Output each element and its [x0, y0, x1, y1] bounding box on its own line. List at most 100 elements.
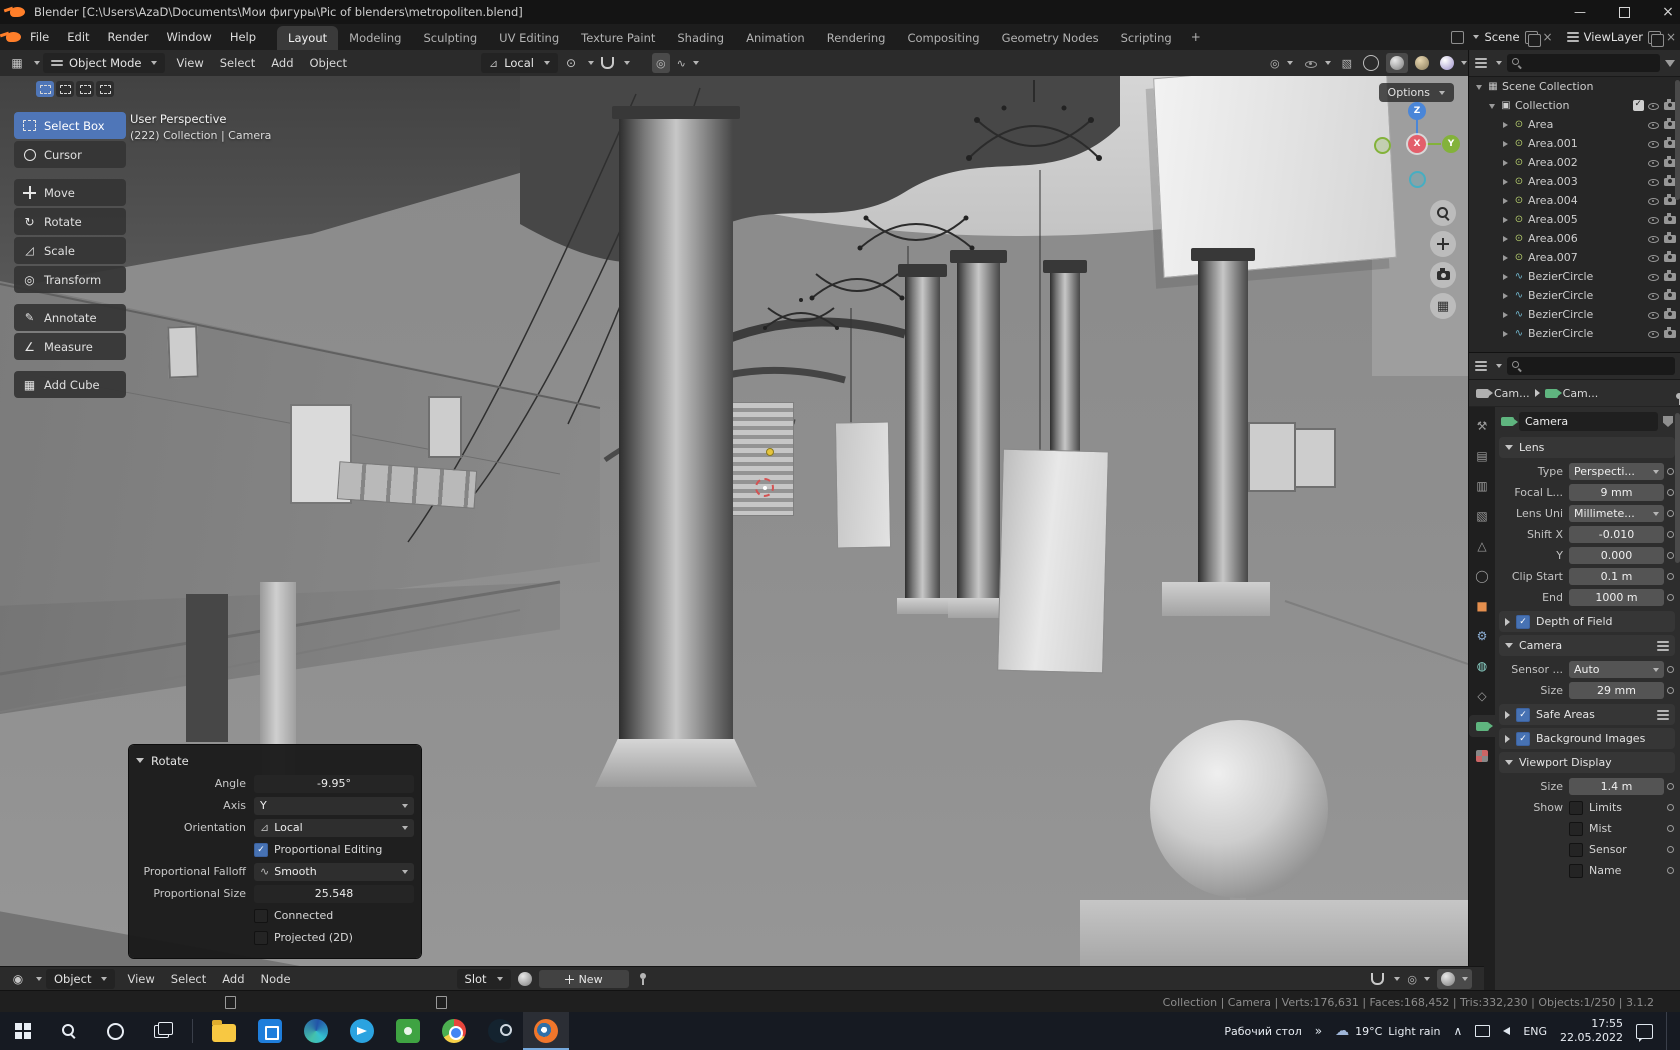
close-button[interactable]: × [1646, 0, 1680, 24]
taskbar-search-button[interactable] [46, 1012, 92, 1050]
sensor-size-field[interactable]: 29 mm [1569, 682, 1664, 699]
snap-magnet-icon[interactable] [1367, 969, 1387, 989]
output-tab-icon[interactable] [1470, 475, 1494, 497]
clip-end-field[interactable]: 1000 m [1569, 589, 1664, 606]
topbar-menu-item[interactable]: Help [221, 27, 265, 47]
hide-in-viewport-eye-icon[interactable] [1647, 232, 1660, 245]
fake-user-shield-icon[interactable] [1663, 416, 1673, 427]
lens-type-select[interactable]: Perspecti... [1569, 463, 1664, 480]
new-material-button[interactable]: New [538, 970, 629, 988]
outliner-row[interactable]: Area.004 [1469, 191, 1680, 210]
tool-button[interactable]: Add Cube [14, 371, 126, 398]
outliner-row[interactable]: BezierCircle [1469, 267, 1680, 286]
sensor-fit-select[interactable]: Auto [1569, 661, 1664, 678]
show-hidden-icons-chevron[interactable]: ∧ [1454, 1024, 1463, 1038]
hide-in-viewport-eye-icon[interactable] [1647, 175, 1660, 188]
tool-button[interactable]: Transform [14, 266, 126, 293]
topbar-menu-item[interactable]: File [21, 27, 58, 47]
select-extend-mode-icon[interactable] [56, 81, 74, 97]
background-images-panel-header[interactable]: Background Images [1499, 728, 1675, 749]
expand-toggle-icon[interactable] [1499, 273, 1512, 280]
options-dropdown[interactable]: Options [1378, 83, 1454, 102]
workspace-tab[interactable]: Scripting [1110, 26, 1183, 50]
animate-dot[interactable] [1664, 846, 1677, 853]
outliner-search-field[interactable] [1507, 54, 1660, 72]
shift-y-field[interactable]: 0.000 [1569, 547, 1664, 564]
panel-menu-icon[interactable] [1657, 640, 1669, 651]
workspace-tab[interactable]: Modeling [338, 26, 412, 50]
outliner-row[interactable]: Scene Collection [1469, 77, 1680, 96]
steam-button[interactable] [477, 1012, 523, 1050]
blender-menu-icon[interactable] [6, 32, 21, 42]
tool-button[interactable]: Annotate [14, 304, 126, 331]
show-gizmo-toggle[interactable]: ◎ [1266, 53, 1297, 73]
clock[interactable]: 17:55 22.05.2022 [1560, 1017, 1623, 1046]
transform-orientation-dropdown[interactable]: ⊿ Local [480, 53, 558, 73]
editor-type-icon[interactable]: ▦ [7, 53, 27, 73]
animate-dot[interactable] [1664, 825, 1677, 832]
expand-toggle-icon[interactable] [1473, 84, 1486, 90]
expand-toggle-icon[interactable] [1499, 121, 1512, 128]
properties-scrollbar[interactable] [1675, 413, 1680, 563]
gizmo-y-axis[interactable]: Y [1442, 135, 1460, 153]
viewport-menu-item[interactable]: View [168, 53, 211, 73]
green-app-button[interactable] [385, 1012, 431, 1050]
proportional-falloff-dropdown[interactable]: ∿ [673, 53, 703, 73]
animate-dot[interactable] [1664, 804, 1677, 811]
expand-toggle-icon[interactable] [1499, 235, 1512, 242]
scene-selector[interactable]: Scene × [1451, 30, 1553, 47]
panel-menu-icon[interactable] [1657, 709, 1669, 720]
properties-editor-icon[interactable] [1475, 361, 1487, 371]
viewport-display-panel-header[interactable]: Viewport Display [1499, 752, 1675, 773]
shader-type-dropdown[interactable]: Object [46, 969, 116, 989]
expand-toggle-icon[interactable] [1499, 216, 1512, 223]
node-editor-menu-item[interactable]: Node [253, 969, 299, 989]
outliner-row[interactable]: Area.002 [1469, 153, 1680, 172]
hide-in-viewport-eye-icon[interactable] [1647, 308, 1660, 321]
outliner-row[interactable]: Area.003 [1469, 172, 1680, 191]
maximize-button[interactable] [1602, 0, 1646, 24]
animate-dot[interactable] [1664, 666, 1677, 673]
proportional-editing-checkbox[interactable] [254, 842, 268, 857]
tool-button[interactable]: Measure [14, 333, 126, 360]
properties-search-field[interactable] [1507, 357, 1675, 375]
network-icon[interactable] [1475, 1025, 1491, 1037]
xray-toggle[interactable]: ▧ [1338, 53, 1356, 73]
node-editor-type-icon[interactable]: ◉ [8, 969, 28, 989]
disable-in-renders-camera-icon[interactable] [1664, 251, 1676, 262]
unlink-scene-icon[interactable]: × [1543, 30, 1553, 44]
hide-in-viewport-eye-icon[interactable] [1647, 194, 1660, 207]
node-editor-menu-item[interactable]: Add [214, 969, 252, 989]
region-toggle[interactable] [1437, 969, 1472, 989]
rotate-operator-panel[interactable]: Rotate Angle -9.95° Axis Y Orientation ⊿… [129, 745, 421, 958]
hide-in-viewport-eye-icon[interactable] [1647, 99, 1660, 112]
remove-view-layer-icon[interactable]: × [1666, 30, 1676, 44]
desktop-toolbar-label[interactable]: Рабочий стол [1224, 1025, 1301, 1038]
chrome-button[interactable] [431, 1012, 477, 1050]
snap-magnet-icon[interactable] [597, 53, 617, 73]
disable-in-renders-camera-icon[interactable] [1664, 232, 1676, 243]
duplicate-view-layer-icon[interactable] [1647, 30, 1664, 47]
hide-in-viewport-eye-icon[interactable] [1647, 118, 1660, 131]
hide-in-viewport-eye-icon[interactable] [1647, 270, 1660, 283]
animate-dot[interactable] [1664, 687, 1677, 694]
tool-button[interactable]: Scale [14, 237, 126, 264]
show-limits-checkbox[interactable] [1569, 800, 1583, 815]
outliner-scrollbar[interactable] [1675, 80, 1680, 200]
outliner-row[interactable]: Collection [1469, 96, 1680, 115]
orientation-select[interactable]: ⊿ Local [254, 818, 414, 837]
outliner-row[interactable]: Area.001 [1469, 134, 1680, 153]
select-intersect-mode-icon[interactable] [96, 81, 114, 97]
notification-center-icon[interactable] [1636, 1023, 1653, 1042]
projected-checkbox[interactable] [254, 930, 268, 945]
expand-toggle-icon[interactable] [1486, 103, 1499, 109]
show-mist-checkbox[interactable] [1569, 821, 1583, 836]
tool-tab-icon[interactable] [1470, 415, 1494, 437]
focal-length-field[interactable]: 9 mm [1569, 484, 1664, 501]
workspace-tab[interactable]: Rendering [816, 26, 897, 50]
disable-in-renders-camera-icon[interactable] [1664, 213, 1676, 224]
task-view-button[interactable] [138, 1012, 184, 1050]
node-editor-menu-item[interactable]: Select [163, 969, 214, 989]
animate-dot[interactable] [1664, 867, 1677, 874]
render-tab-icon[interactable] [1470, 445, 1494, 467]
